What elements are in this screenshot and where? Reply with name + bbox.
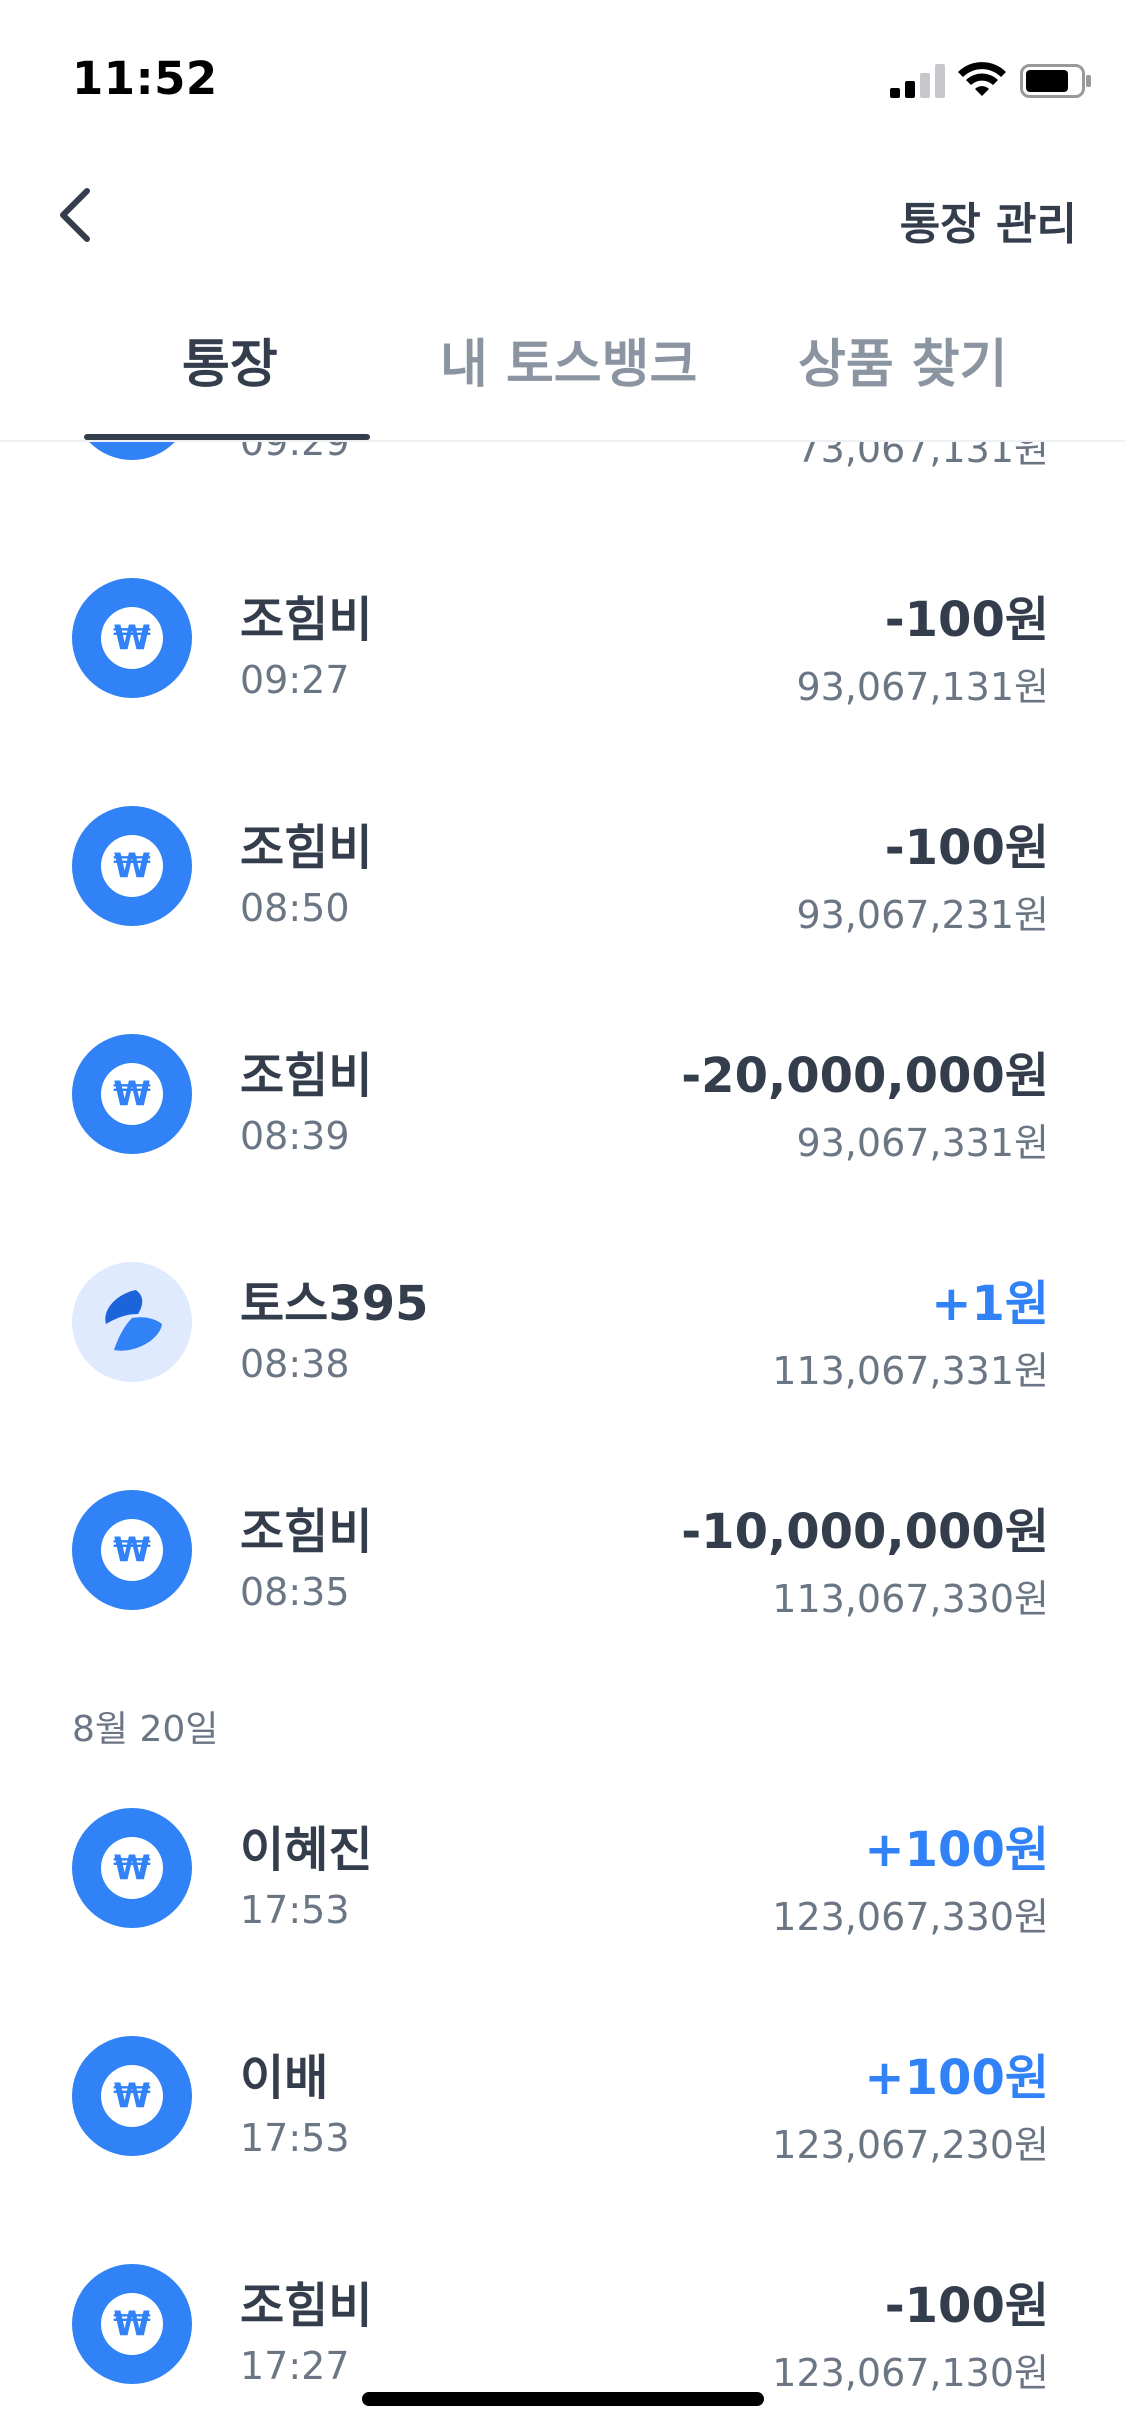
transaction-name: 이혜진 [240,1822,373,1878]
home-indicator[interactable] [362,2392,764,2406]
status-bar: 11:52 [0,0,1125,160]
tab-account[interactable]: 통장 [182,322,278,397]
transaction-amount: -100원 [884,820,1049,876]
navigation-bar: 통장 관리 [0,160,1125,270]
transaction-balance: 113,067,331원 [772,1349,1049,1393]
transaction-row[interactable]: ₩ 조힘비 09:27 -100원 93,067,131원 [0,570,1125,720]
transaction-balance: 93,067,131원 [796,665,1049,709]
transaction-time: 09:29 [240,442,350,464]
transaction-amount: +1원 [931,1276,1049,1332]
date-header: 8월 20일 [72,1709,219,1750]
won-icon: ₩ [72,578,192,698]
transaction-name: 조힘비 [240,592,373,648]
transaction-time: 08:35 [240,1570,350,1614]
won-icon: ₩ [72,806,192,926]
transaction-row[interactable]: 토스395 08:38 +1원 113,067,331원 [0,1254,1125,1404]
tab-find-products[interactable]: 상품 찾기 [798,322,1007,397]
won-icon: ₩ [72,1808,192,1928]
battery-icon [1020,64,1091,98]
transaction-time: 17:27 [240,2344,350,2388]
transaction-row[interactable]: ₩ 09:29 73,067,131원 [0,442,1125,482]
transaction-balance: 93,067,331원 [796,1121,1049,1165]
transaction-row[interactable]: ₩ 조힘비 08:50 -100원 93,067,231원 [0,798,1125,948]
transaction-name: 토스395 [240,1276,429,1332]
transaction-balance: 73,067,131원 [796,442,1049,471]
tab-my-tossbank[interactable]: 내 토스뱅크 [440,322,697,397]
transaction-balance: 113,067,330원 [772,1577,1049,1621]
chevron-left-icon [60,188,90,242]
transaction-amount: -10,000,000원 [681,1504,1049,1560]
transaction-amount: +100원 [864,2050,1049,2106]
transaction-time: 17:53 [240,1888,350,1932]
toss-logo-icon [105,1290,162,1351]
transaction-amount: -100원 [884,2278,1049,2334]
transaction-time: 08:50 [240,886,350,930]
transaction-amount: +100원 [864,1822,1049,1878]
transaction-amount: -100원 [884,592,1049,648]
transaction-name: 조힘비 [240,1504,373,1560]
transaction-time: 09:27 [240,658,350,702]
transaction-row[interactable]: ₩ 조힘비 08:39 -20,000,000원 93,067,331원 [0,1026,1125,1176]
won-icon: ₩ [72,2036,192,2156]
transaction-time: 08:38 [240,1342,350,1386]
transaction-balance: 123,067,130원 [772,2351,1049,2395]
transaction-time: 17:53 [240,2116,350,2160]
transaction-name: 조힘비 [240,2278,373,2334]
transaction-name: 이배 [240,2050,329,2106]
won-icon: ₩ [72,1490,192,1610]
transaction-name: 조힘비 [240,820,373,876]
active-tab-indicator [84,434,370,440]
won-icon: ₩ [72,442,192,460]
transaction-row[interactable]: ₩ 이배 17:53 +100원 123,067,230원 [0,2028,1125,2178]
transaction-balance: 123,067,330원 [772,1895,1049,1939]
toss-logo-icon [72,1262,192,1382]
transaction-list[interactable]: ₩ 09:29 73,067,131원 ₩ 조힘비 09:27 -100원 93… [0,442,1125,2436]
wifi-icon [958,62,1006,96]
tab-bar: 통장 내 토스뱅크 상품 찾기 [0,300,1125,442]
won-icon: ₩ [72,2264,192,2384]
transaction-balance: 93,067,231원 [796,893,1049,937]
account-manage-button[interactable]: 통장 관리 [900,188,1077,252]
transaction-row[interactable]: ₩ 조힘비 08:35 -10,000,000원 113,067,330원 [0,1482,1125,1632]
cellular-signal-icon [890,64,945,98]
transaction-row[interactable]: ₩ 이혜진 17:53 +100원 123,067,330원 [0,1800,1125,1950]
back-button[interactable] [40,180,110,250]
transaction-amount: -20,000,000원 [681,1048,1049,1104]
transaction-row[interactable]: ₩ 조힘비 17:27 -100원 123,067,130원 [0,2256,1125,2406]
transaction-name: 조힘비 [240,1048,373,1104]
status-time: 11:52 [72,52,218,105]
won-icon: ₩ [72,1034,192,1154]
transaction-time: 08:39 [240,1114,350,1158]
transaction-balance: 123,067,230원 [772,2123,1049,2167]
